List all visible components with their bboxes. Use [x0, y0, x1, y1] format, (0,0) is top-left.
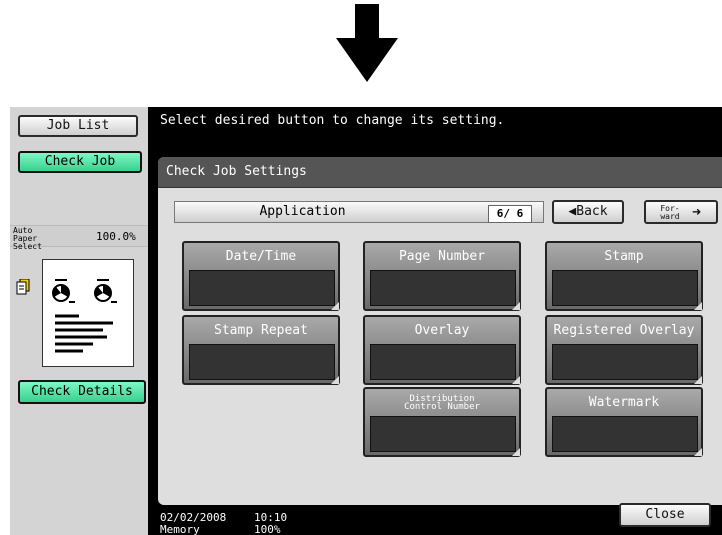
setting-field	[552, 416, 698, 452]
document-icon	[16, 279, 30, 295]
stamp-button[interactable]: Stamp	[545, 241, 703, 311]
function-label: Registered Overlay	[553, 323, 695, 338]
stamp-repeat-button[interactable]: Stamp Repeat	[182, 315, 340, 385]
overlay-button[interactable]: Overlay	[363, 315, 521, 385]
function-label: Stamp	[604, 249, 644, 264]
corner-marker	[512, 376, 520, 384]
function-label: Watermark	[588, 395, 660, 410]
function-label: Stamp Repeat	[214, 323, 308, 338]
date-time-button[interactable]: Date/Time	[182, 241, 340, 311]
distribution-control-number-button[interactable]: Distribution Control Number	[363, 387, 521, 457]
back-button[interactable]: ◀Back	[552, 200, 624, 224]
instruction-message: Select desired button to change its sett…	[160, 113, 505, 128]
watermark-button[interactable]: Watermark	[545, 387, 703, 457]
job-list-button[interactable]: Job List	[18, 115, 138, 137]
section-label: Application	[259, 204, 346, 219]
setting-field	[552, 344, 698, 380]
check-job-button[interactable]: Check Job	[18, 151, 142, 173]
corner-marker	[694, 448, 702, 456]
left-sidebar: Job List Check Job Auto Paper Select 100…	[10, 107, 148, 535]
setting-field	[189, 344, 335, 380]
setting-field	[370, 416, 516, 452]
setting-field	[370, 270, 516, 306]
memory-value: 100%	[254, 523, 281, 535]
forward-label: For- ward	[660, 204, 680, 221]
setting-field	[370, 344, 516, 380]
corner-marker	[512, 302, 520, 310]
forward-button[interactable]: For- ward ➜	[644, 200, 718, 224]
device-screen: Job List Check Job Auto Paper Select 100…	[10, 107, 722, 535]
panel-title-bar: Check Job Settings	[158, 157, 722, 188]
zoom-value: 100.0%	[96, 230, 136, 243]
paper-info-bar: Auto Paper Select 100.0%	[10, 225, 148, 251]
corner-marker	[331, 302, 339, 310]
preview-thumbnail-icon	[52, 279, 117, 353]
corner-marker	[694, 302, 702, 310]
corner-marker	[694, 376, 702, 384]
paper-select-label: Auto Paper Select	[13, 226, 42, 251]
right-arrow-icon: ➜	[692, 203, 702, 221]
memory-label: Memory	[160, 523, 200, 535]
corner-marker	[512, 448, 520, 456]
page-number-button[interactable]: Page Number	[363, 241, 521, 311]
corner-marker	[331, 376, 339, 384]
back-label: Back	[576, 204, 608, 219]
function-label: Distribution Control Number	[404, 394, 480, 412]
page-preview	[42, 259, 134, 367]
function-label: Overlay	[414, 323, 470, 338]
down-arrow-icon	[336, 4, 398, 82]
function-label: Date/Time	[225, 249, 297, 264]
check-job-settings-panel: Check Job Settings Application 6/ 6 ◀Bac…	[158, 157, 722, 505]
close-button[interactable]: Close	[619, 503, 711, 527]
page-indicator: 6/ 6	[488, 205, 532, 223]
registered-overlay-button[interactable]: Registered Overlay	[545, 315, 703, 385]
check-details-button[interactable]: Check Details	[18, 380, 146, 404]
setting-field	[189, 270, 335, 306]
function-label: Page Number	[398, 249, 486, 264]
setting-field	[552, 270, 698, 306]
panel-title: Check Job Settings	[166, 164, 307, 179]
